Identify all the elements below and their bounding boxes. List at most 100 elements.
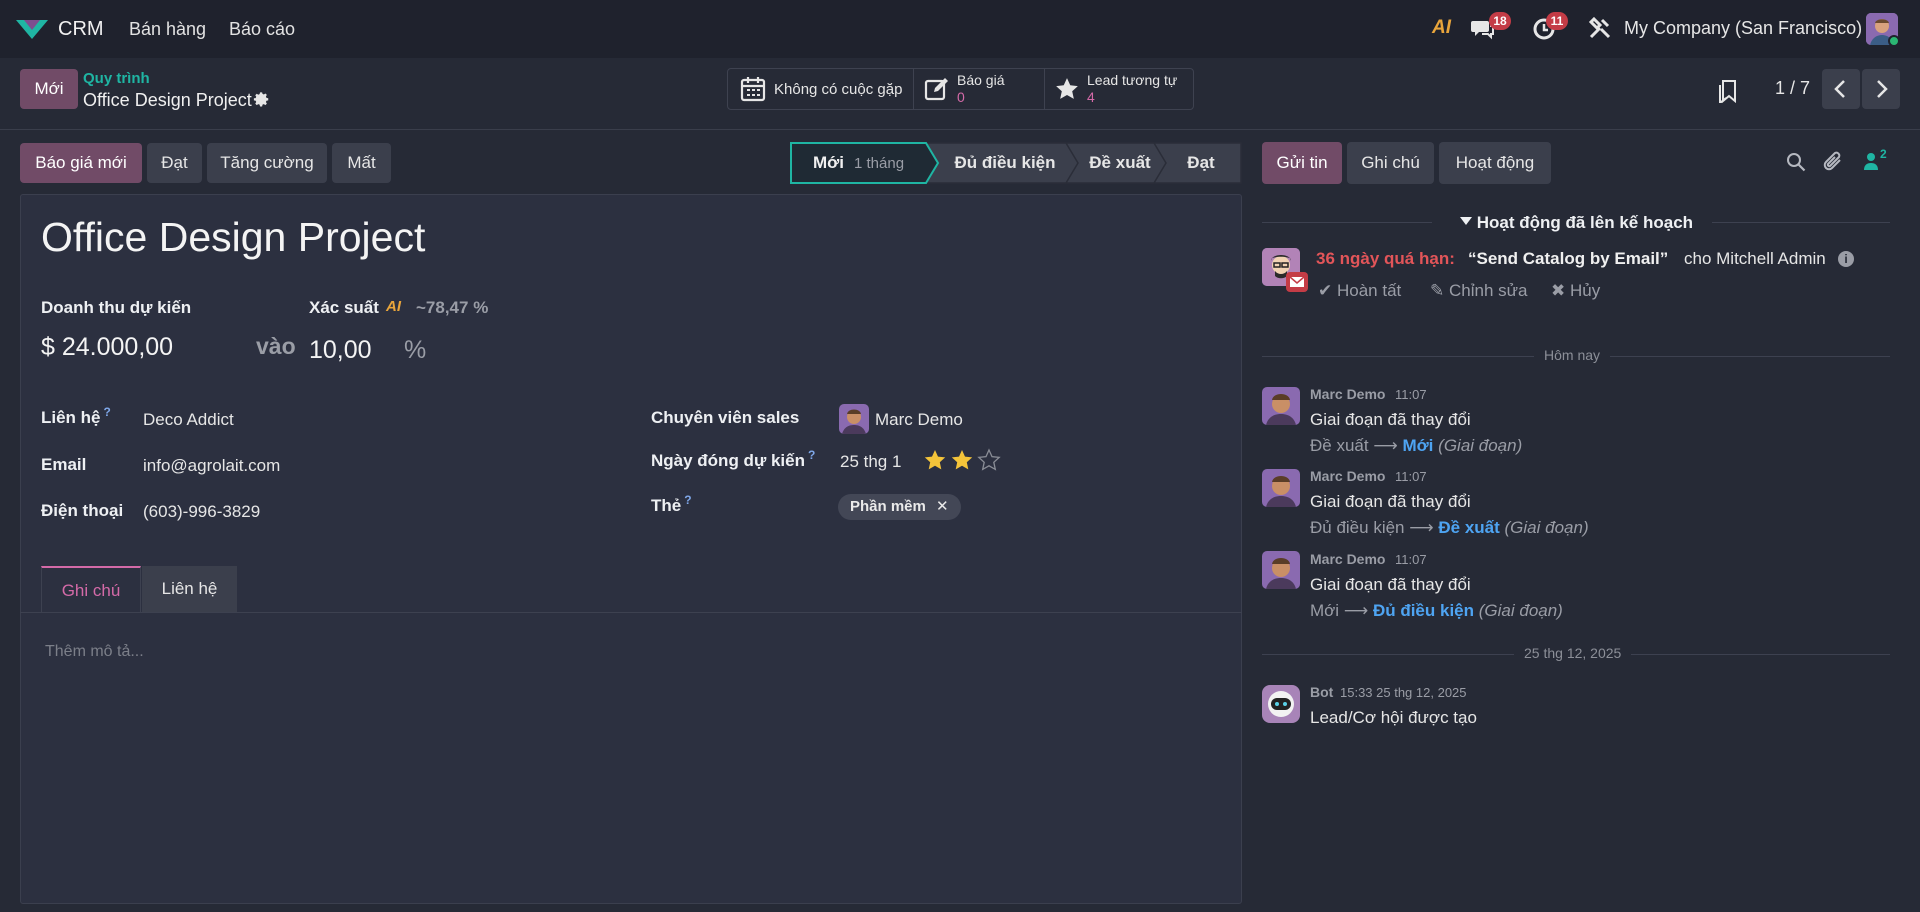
activity-title: “Send Catalog by Email” bbox=[1468, 249, 1669, 268]
message-avatar bbox=[1262, 551, 1300, 589]
search-icon[interactable] bbox=[1786, 152, 1806, 172]
enrich-button[interactable]: Tăng cường bbox=[207, 143, 327, 183]
bot-author[interactable]: Bot bbox=[1310, 684, 1333, 700]
date-separator-today: Hôm nay bbox=[1534, 347, 1611, 363]
mark-done-button[interactable]: ✔ Hoàn tất bbox=[1318, 281, 1401, 301]
star-icon bbox=[1056, 78, 1078, 99]
breadcrumb-current: Office Design Project bbox=[83, 90, 252, 110]
expected-closing-label: Ngày đóng dự kiến? bbox=[651, 448, 816, 470]
company-switcher[interactable]: My Company (San Francisco) bbox=[1624, 18, 1862, 39]
priority-stars[interactable] bbox=[922, 447, 1002, 475]
gear-icon[interactable] bbox=[253, 91, 271, 109]
marc-face-icon bbox=[1262, 387, 1300, 425]
phone-value[interactable]: (603)-996-3829 bbox=[143, 502, 260, 522]
probability-value[interactable]: 10,00 bbox=[309, 336, 372, 365]
tab-notes[interactable]: Ghi chú bbox=[41, 566, 141, 612]
paperclip-icon[interactable] bbox=[1823, 150, 1845, 174]
stage-new[interactable]: Mới 1 tháng bbox=[792, 143, 936, 183]
new-quotation-button[interactable]: Báo giá mới bbox=[20, 143, 142, 183]
separator bbox=[1262, 222, 1432, 223]
close-icon: ✖ bbox=[1551, 281, 1566, 300]
expected-revenue-value[interactable]: $ 24.000,00 bbox=[41, 333, 173, 362]
bot-avatar bbox=[1262, 685, 1300, 723]
tags-label: Thẻ? bbox=[651, 493, 692, 515]
caret-down-icon bbox=[1460, 217, 1472, 225]
crm-logo-icon[interactable] bbox=[14, 17, 50, 41]
contact-label: Liên hệ? bbox=[41, 405, 111, 427]
pager-next-button[interactable] bbox=[1862, 69, 1900, 109]
pager-previous-button[interactable] bbox=[1822, 69, 1860, 109]
message-time: 11:07 bbox=[1395, 552, 1427, 567]
lead-title[interactable]: Office Design Project bbox=[41, 214, 425, 261]
tag-software[interactable]: Phần mềm ✕ bbox=[838, 494, 961, 520]
message-author[interactable]: Marc Demo bbox=[1310, 468, 1385, 484]
info-icon[interactable]: i bbox=[1838, 251, 1854, 267]
new-record-button[interactable]: Mới bbox=[20, 69, 78, 109]
message-author[interactable]: Marc Demo bbox=[1310, 551, 1385, 567]
marc-face-icon bbox=[1262, 551, 1300, 589]
tag-remove-icon[interactable]: ✕ bbox=[936, 498, 949, 515]
message-avatar bbox=[1262, 469, 1300, 507]
meetings-smart-button[interactable]: Không có cuộc gặp bbox=[728, 69, 913, 109]
message-avatar bbox=[1262, 387, 1300, 425]
contact-value[interactable]: Deco Addict bbox=[143, 410, 234, 430]
expected-closing-value[interactable]: 25 thg 1 bbox=[840, 452, 901, 472]
edit-quote-icon bbox=[924, 78, 948, 101]
menu-reporting[interactable]: Báo cáo bbox=[229, 19, 295, 40]
message-body: Giai đoạn đã thay đổi bbox=[1310, 575, 1471, 594]
email-value[interactable]: info@agrolait.com bbox=[143, 456, 280, 476]
stage-qualified[interactable]: Đủ điều kiện bbox=[940, 143, 1070, 183]
activities-badge: 11 bbox=[1546, 12, 1568, 30]
chevron-left-icon bbox=[1834, 80, 1845, 98]
edit-activity-button[interactable]: ✎ Chỉnh sửa bbox=[1430, 281, 1527, 301]
mark-lost-button[interactable]: Mất bbox=[332, 143, 391, 183]
online-status-dot bbox=[1888, 35, 1900, 47]
stage-proposition[interactable]: Đề xuất bbox=[1068, 143, 1172, 183]
stage-duration: 1 tháng bbox=[854, 155, 905, 172]
bot-message-body: Lead/Cơ hội được tạo bbox=[1310, 708, 1477, 727]
mark-won-button[interactable]: Đạt bbox=[147, 143, 202, 183]
planned-activities-toggle[interactable]: Hoạt động đã lên kế hoạch bbox=[1460, 213, 1693, 233]
quotations-smart-button[interactable]: Báo giá 0 bbox=[914, 69, 1044, 109]
cancel-activity-button[interactable]: ✖ Hủy bbox=[1551, 281, 1600, 301]
bookmark-icon[interactable] bbox=[1718, 79, 1740, 103]
pencil-icon: ✎ bbox=[1430, 281, 1445, 300]
followers-icon[interactable] bbox=[1863, 152, 1879, 170]
quotations-label: Báo giá bbox=[957, 72, 1005, 88]
email-activity-badge bbox=[1286, 272, 1308, 292]
edit-activity-label: Chỉnh sửa bbox=[1448, 281, 1528, 300]
ai-icon[interactable]: AI bbox=[1432, 17, 1451, 39]
tracking-line: Mới ⟶ Đủ điều kiện (Giai đoạn) bbox=[1310, 601, 1563, 620]
form-sheet bbox=[20, 194, 1242, 904]
send-message-button[interactable]: Gửi tin bbox=[1262, 142, 1342, 184]
tools-icon[interactable] bbox=[1588, 16, 1612, 40]
pager-value[interactable]: 1 / 7 bbox=[1775, 78, 1810, 99]
followers-count: 2 bbox=[1880, 147, 1887, 161]
meetings-label: Không có cuộc gặp bbox=[774, 81, 903, 98]
mark-done-label: Hoàn tất bbox=[1336, 281, 1402, 300]
app-name[interactable]: CRM bbox=[58, 18, 104, 41]
menu-sales[interactable]: Bán hàng bbox=[129, 19, 206, 40]
top-navbar: CRM Bán hàng Báo cáo AI 18 11 My Company… bbox=[0, 0, 1920, 58]
activity-assignee: cho Mitchell Admin bbox=[1684, 249, 1826, 268]
log-note-button[interactable]: Ghi chú bbox=[1347, 142, 1434, 184]
arrow-right-icon: ⟶ bbox=[1409, 518, 1434, 537]
tabs-underline bbox=[20, 612, 1242, 613]
message-body: Giai đoạn đã thay đổi bbox=[1310, 492, 1471, 511]
probability-label: Xác suất bbox=[309, 298, 379, 317]
similar-leads-smart-button[interactable]: Lead tương tự 4 bbox=[1045, 69, 1193, 109]
tab-contact[interactable]: Liên hệ bbox=[142, 566, 237, 612]
bot-face-icon bbox=[1262, 685, 1300, 723]
email-label: Email bbox=[41, 455, 87, 474]
ai-probability-icon: AI bbox=[386, 298, 401, 315]
stage-won[interactable]: Đạt bbox=[1160, 143, 1242, 183]
activity-button[interactable]: Hoạt động bbox=[1439, 142, 1551, 184]
breadcrumb-parent[interactable]: Quy trình bbox=[83, 70, 150, 87]
message-author[interactable]: Marc Demo bbox=[1310, 386, 1385, 402]
overdue-label: 36 ngày quá hạn: bbox=[1316, 249, 1455, 268]
percent-sign: % bbox=[404, 336, 427, 364]
salesperson-value[interactable]: Marc Demo bbox=[875, 410, 963, 430]
salesperson-avatar bbox=[839, 404, 869, 434]
similar-leads-label: Lead tương tự bbox=[1087, 72, 1178, 88]
description-input[interactable]: Thêm mô tả... bbox=[45, 643, 144, 661]
